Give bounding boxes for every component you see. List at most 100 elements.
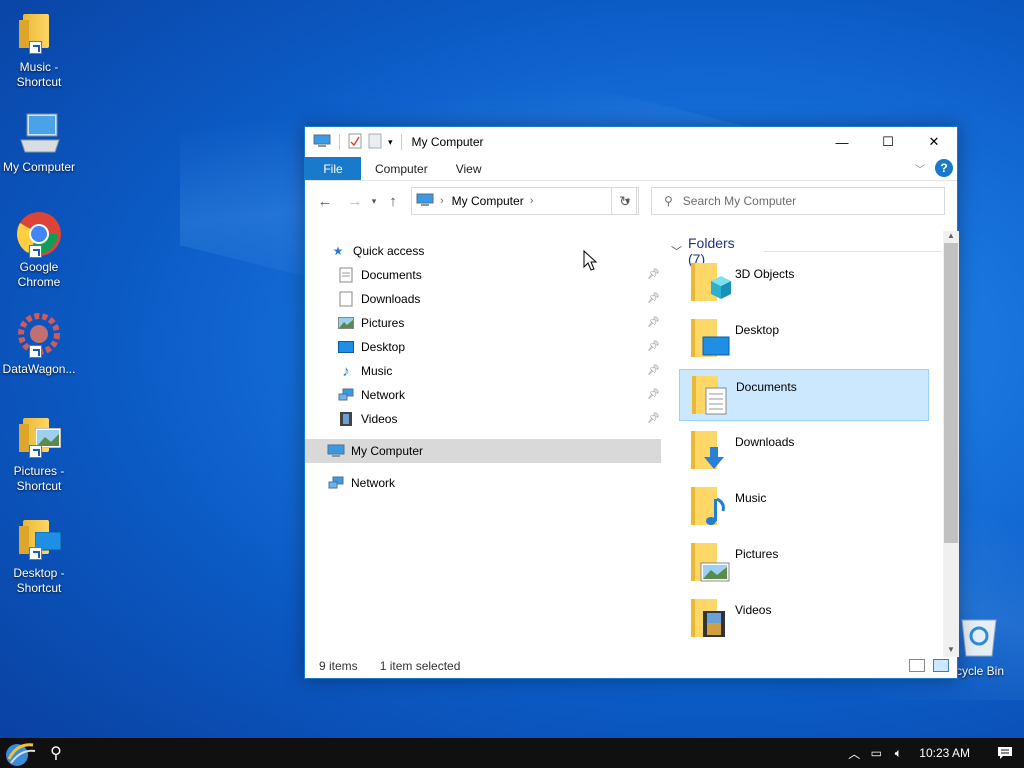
taskbar: ⚲ ︿ ▭ 🔈︎ 10:23 AM (0, 738, 1024, 768)
breadcrumb-separator[interactable]: › (440, 195, 444, 207)
title-bar[interactable]: ▾ My Computer — ☐ ✕ (305, 127, 957, 157)
scroll-up-arrow-icon[interactable]: ▲ (943, 231, 959, 243)
desktop-icon-label: cycle Bin (956, 664, 1005, 678)
nav-label: Network (361, 388, 406, 402)
pin-icon[interactable]: 📌︎ (647, 341, 660, 353)
pin-icon[interactable]: 📌︎ (647, 389, 660, 401)
network-tray-icon[interactable]: ▭ (865, 746, 887, 760)
search-box[interactable]: ⚲ Search My Computer (651, 187, 945, 215)
nav-quick-access[interactable]: ★ Quick access (329, 239, 425, 263)
desktop-icon-my-computer[interactable]: My Computer (0, 110, 78, 175)
nav-item-videos[interactable]: Videos (337, 407, 397, 431)
folder-label: Documents (736, 380, 797, 394)
pin-icon[interactable]: 📌︎ (647, 365, 660, 377)
folder-tile-documents[interactable]: Documents (679, 369, 929, 421)
nav-item-network[interactable]: Network (337, 383, 405, 407)
desktop-folder-icon (689, 315, 731, 361)
address-bar[interactable]: › My Computer › ▾ (411, 187, 637, 215)
tab-view[interactable]: View (442, 157, 496, 180)
desktop-icon-label: My Computer (2, 160, 76, 174)
videos-folder-icon (689, 595, 731, 641)
nav-item-desktop[interactable]: Desktop (337, 335, 405, 359)
shortcut-arrow-icon (29, 445, 42, 458)
computer-icon (416, 193, 434, 210)
folder-label: Downloads (735, 435, 795, 449)
desktop-icon-pictures-shortcut[interactable]: Pictures - Shortcut (0, 414, 78, 494)
folder-label: Music (735, 491, 767, 505)
taskbar-clock[interactable]: 10:23 AM (919, 746, 970, 760)
system-tray: ︿ ▭ 🔈︎ 10:23 AM (843, 738, 1024, 768)
help-icon[interactable]: ? (935, 159, 953, 177)
back-arrow-icon[interactable]: ← (313, 189, 337, 213)
customize-dropdown-icon[interactable]: ▾ (388, 137, 393, 148)
pin-icon[interactable]: 📌︎ (647, 317, 660, 329)
desktop-icon-label: Music - Shortcut (16, 60, 62, 89)
divider (339, 134, 340, 150)
details-view-icon[interactable] (909, 659, 925, 672)
nav-item-documents[interactable]: Documents (337, 263, 422, 287)
folder-tile-downloads[interactable]: Downloads (679, 425, 929, 477)
taskbar-search-icon[interactable]: ⚲ (40, 738, 72, 768)
pin-icon[interactable]: 📌︎ (647, 293, 660, 305)
divider (764, 250, 941, 252)
nav-label: Videos (361, 412, 398, 426)
shortcut-arrow-icon (29, 245, 42, 258)
folder-tile-pictures[interactable]: Pictures (679, 537, 929, 589)
breadcrumb-my-computer[interactable]: My Computer (452, 194, 524, 208)
close-button[interactable]: ✕ (911, 127, 957, 157)
desktop-icon-recycle-bin[interactable]: cycle Bin (956, 614, 1016, 679)
folder-tile-videos[interactable]: Videos (679, 593, 929, 645)
nav-label: My Computer (351, 444, 424, 458)
desktop-icon-google-chrome[interactable]: Google Chrome (0, 210, 78, 290)
folder-tile-music[interactable]: Music (679, 481, 929, 533)
view-toggles (909, 659, 949, 672)
desktop-icon-desktop-shortcut[interactable]: Desktop - Shortcut (0, 516, 78, 596)
nav-item-music[interactable]: ♪ Music (337, 359, 392, 383)
pin-icon[interactable]: 📌︎ (647, 269, 660, 281)
maximize-button[interactable]: ☐ (865, 127, 911, 157)
nav-label: Network (351, 476, 396, 490)
nav-label: Documents (361, 268, 422, 282)
content-pane: ﹀ Folders (7) 3D Objects Desktop Documen… (665, 231, 941, 657)
pictures-icon (337, 315, 355, 331)
large-icons-view-icon[interactable] (933, 659, 949, 672)
chrome-icon (15, 210, 63, 258)
tab-computer[interactable]: Computer (361, 157, 442, 180)
action-center-icon[interactable] (986, 738, 1024, 768)
recent-locations-chevron-icon[interactable]: ▾ (367, 189, 381, 213)
desktop-icon-datawagon[interactable]: DataWagon... (0, 312, 78, 377)
folder-tile-desktop[interactable]: Desktop (679, 313, 929, 365)
shortcut-arrow-icon (29, 547, 42, 560)
nav-item-pictures[interactable]: Pictures (337, 311, 404, 335)
film-icon (337, 411, 355, 427)
expand-ribbon-chevron-icon[interactable]: ﹀ (915, 161, 925, 176)
start-button[interactable] (0, 738, 40, 768)
volume-icon[interactable]: 🔈︎ (887, 746, 909, 761)
window-controls: — ☐ ✕ (819, 127, 957, 157)
refresh-button[interactable]: ↻ (611, 187, 639, 215)
nav-label: Desktop (361, 340, 406, 354)
folder-label: Desktop (735, 323, 780, 337)
navigation-bar: ← → ▾ ↑ › My Computer › ▾ ↻ ⚲ Search My … (305, 181, 957, 221)
tab-file[interactable]: File (305, 157, 361, 180)
up-arrow-icon[interactable]: ↑ (381, 189, 405, 213)
new-folder-icon[interactable] (368, 133, 382, 152)
computer-icon (313, 134, 331, 151)
properties-icon[interactable] (348, 133, 362, 152)
breadcrumb-separator[interactable]: › (530, 195, 534, 207)
forward-arrow-icon[interactable]: → (343, 189, 367, 213)
pin-icon[interactable]: 📌︎ (647, 413, 660, 425)
minimize-button[interactable]: — (819, 127, 865, 157)
folder-icon (15, 10, 63, 58)
show-hidden-icons-chevron-icon[interactable]: ︿ (843, 745, 865, 762)
nav-network[interactable]: Network (327, 471, 395, 495)
search-placeholder[interactable]: Search My Computer (683, 194, 796, 208)
computer-icon (15, 110, 63, 158)
scroll-thumb[interactable] (944, 243, 958, 543)
vertical-scrollbar[interactable]: ▲ ▼ (943, 231, 959, 657)
file-explorer-window[interactable]: ▾ My Computer — ☐ ✕ File Computer View ﹀… (304, 126, 959, 679)
folder-tile-3d-objects[interactable]: 3D Objects (679, 257, 929, 309)
desktop-icon-music-shortcut[interactable]: Music - Shortcut (0, 10, 78, 90)
nav-my-computer[interactable]: My Computer (305, 439, 661, 463)
nav-item-downloads[interactable]: Downloads (337, 287, 420, 311)
